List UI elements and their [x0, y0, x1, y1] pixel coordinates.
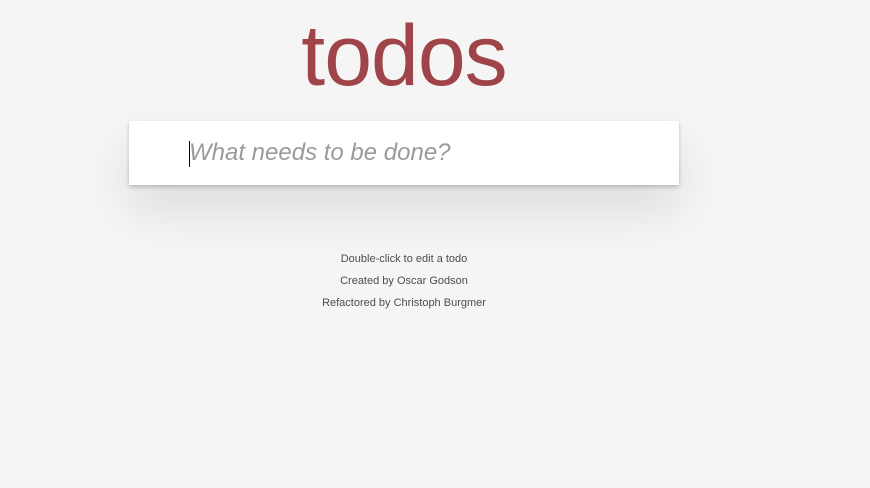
info-footer: Double-click to edit a todo Created by O…: [129, 248, 679, 314]
new-todo-input[interactable]: [129, 121, 679, 185]
todo-app: todos Double-click to edit a todo Create…: [0, 0, 870, 488]
edit-hint: Double-click to edit a todo: [340, 253, 468, 265]
todo-panel: [129, 121, 679, 185]
created-by-credit: Created by Oscar Godson: [340, 275, 468, 287]
refactored-by-credit: Refactored by Christoph Burgmer: [322, 297, 486, 309]
text-caret: [189, 141, 190, 167]
app-title: todos: [301, 8, 507, 104]
